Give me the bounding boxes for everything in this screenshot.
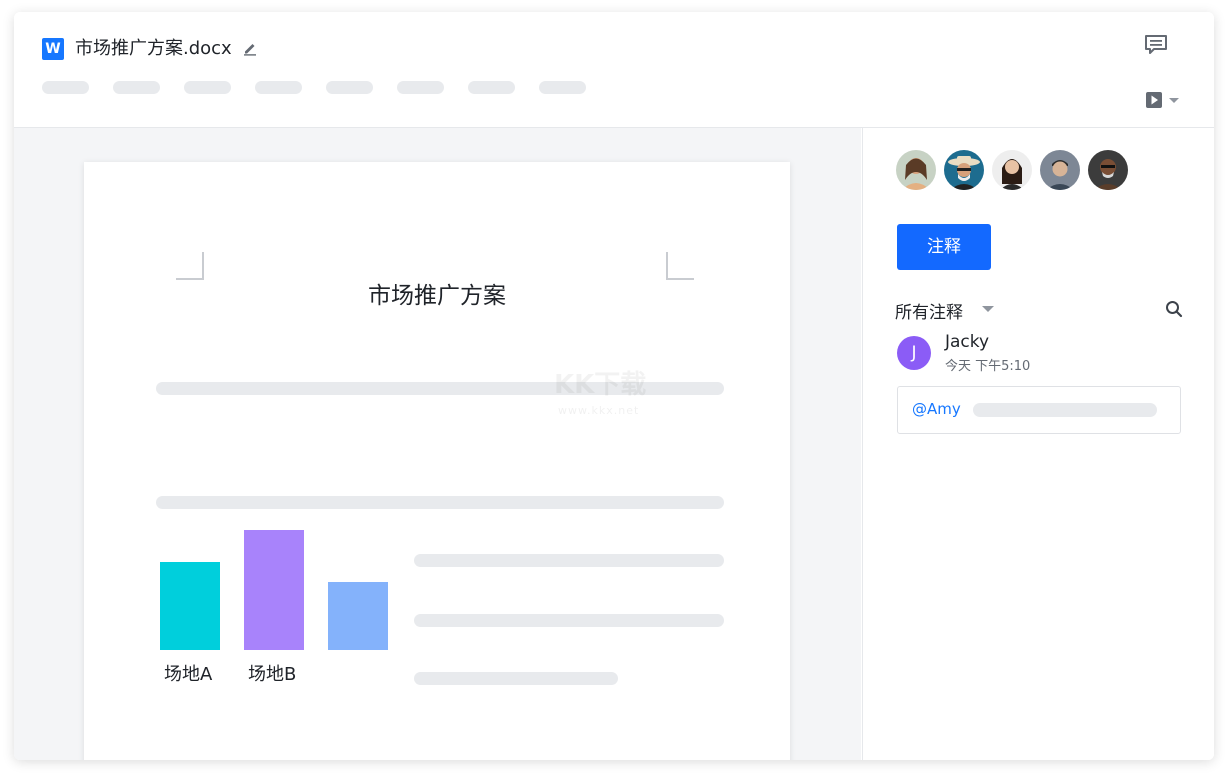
watermark: KK下载 — [554, 370, 647, 400]
toolbar-placeholder[interactable] — [468, 81, 515, 94]
top-bar: W 市场推广方案.docx — [14, 12, 1214, 128]
comment-item[interactable]: J Jacky 今天 下午5:10 — [897, 330, 1197, 378]
avatar[interactable] — [944, 150, 984, 190]
toolbar-placeholder[interactable] — [326, 81, 373, 94]
toolbar-placeholder[interactable] — [539, 81, 586, 94]
comment-timestamp: 今天 下午5:10 — [945, 359, 1031, 374]
page-heading: 市场推广方案 — [368, 283, 506, 309]
toolbar-placeholder[interactable] — [397, 81, 444, 94]
chart-bar — [160, 562, 220, 650]
chart-category-label: 场地A — [164, 664, 213, 685]
toolbar-placeholder[interactable] — [184, 81, 231, 94]
search-icon[interactable] — [1165, 300, 1183, 318]
annotation-sidebar: 注释 所有注释 J Jacky 今天 下午5:10 @Amy — [862, 128, 1214, 760]
document-page[interactable]: 市场推广方案 KK下载 www.kkx.net 场地A 场地B — [84, 162, 790, 760]
comment-icon[interactable] — [1144, 34, 1168, 56]
comment-author: Jacky — [945, 332, 990, 352]
word-doc-icon: W — [42, 38, 64, 60]
toolbar-placeholder[interactable] — [42, 81, 89, 94]
text-line-placeholder — [414, 554, 724, 567]
text-line-placeholder — [414, 672, 618, 685]
mention-tag[interactable]: @Amy — [912, 400, 961, 418]
bar-chart: 场地A 场地B — [154, 522, 394, 692]
document-canvas: 市场推广方案 KK下载 www.kkx.net 场地A 场地B — [14, 128, 861, 760]
present-play-icon[interactable] — [1145, 90, 1185, 110]
text-line-placeholder — [156, 496, 724, 509]
chart-bar — [328, 582, 388, 650]
text-line-placeholder — [414, 614, 724, 627]
avatar[interactable] — [1040, 150, 1080, 190]
add-annotation-button[interactable]: 注释 — [897, 224, 991, 270]
reply-input[interactable]: @Amy — [897, 386, 1181, 434]
avatar: J — [897, 336, 931, 370]
chart-category-label: 场地B — [248, 664, 297, 685]
avatar[interactable] — [992, 150, 1032, 190]
chart-bar — [244, 530, 304, 650]
watermark-url: www.kkx.net — [558, 404, 640, 417]
toolbar-placeholder[interactable] — [113, 81, 160, 94]
document-title[interactable]: 市场推广方案.docx — [75, 38, 232, 60]
caret-down-icon[interactable] — [982, 306, 994, 312]
toolbar-placeholder[interactable] — [255, 81, 302, 94]
avatar[interactable] — [1088, 150, 1128, 190]
text-placeholder — [973, 403, 1157, 417]
annotation-filter-dropdown[interactable]: 所有注释 — [895, 298, 963, 323]
app-window: W 市场推广方案.docx 市场推广方案 KK下载 www.kkx.net 场地… — [14, 12, 1214, 760]
avatar[interactable] — [896, 150, 936, 190]
pencil-edit-icon[interactable] — [242, 40, 258, 56]
